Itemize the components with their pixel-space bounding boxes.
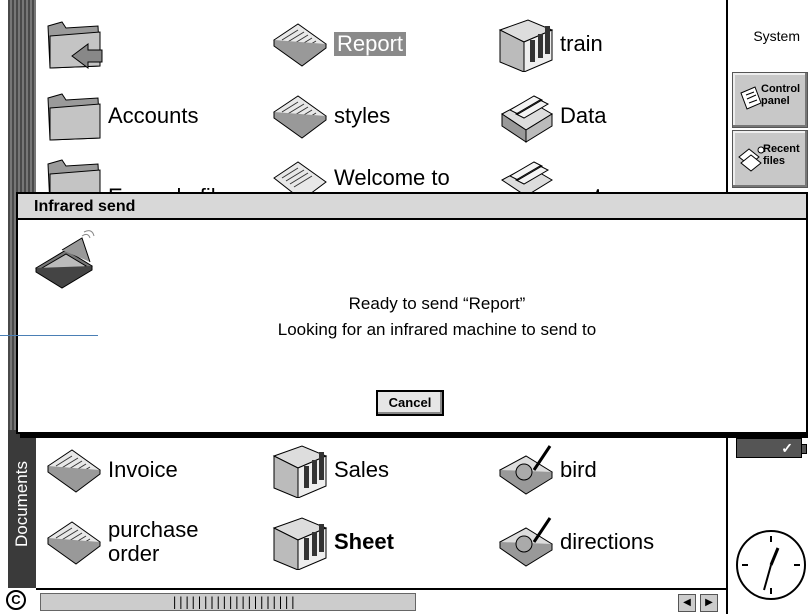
documents-tab[interactable]: Documents [8,430,36,588]
file-report[interactable]: Report [268,14,407,74]
horizontal-scrollbar[interactable]: |||||||||||||||||||| ◀ ▶ [36,588,726,614]
file-bird[interactable]: bird [494,440,597,500]
file-directions[interactable]: directions [494,512,654,572]
word-document-icon [42,442,104,498]
c-icon[interactable]: C [6,590,26,610]
folder-accounts[interactable]: Accounts [42,86,199,146]
folder-up-icon [42,16,104,72]
infrared-send-dialog: Infrared send Ready to send “Report” Loo… [16,192,808,434]
file-label: purchase order [108,517,199,566]
clock-icon [742,536,800,594]
spreadsheet-icon [268,514,330,571]
recent-files-button[interactable]: Recent files [732,130,808,188]
system-button[interactable]: System [732,4,808,70]
documents-tab-label: Documents [12,461,31,547]
battery-indicator: ✓ [736,438,807,458]
file-label: Sales [334,457,390,482]
control-panel-icon [739,85,763,116]
file-label: Sheet [334,529,394,554]
file-label: bird [560,457,597,482]
scroll-left-arrow-icon[interactable]: ◀ [678,594,696,612]
recent-files-label: Recent files [763,143,800,167]
file-styles[interactable]: styles [268,86,390,146]
file-label: train [560,31,603,56]
file-purchase-order[interactable]: purchase order [42,512,199,572]
scroll-thumb[interactable]: |||||||||||||||||||| [171,594,296,610]
word-document-icon [268,16,330,72]
sketch-icon [494,442,556,498]
cancel-button[interactable]: Cancel [376,390,444,416]
file-label: Accounts [108,103,199,128]
dialog-title: Infrared send [18,194,806,220]
check-icon: ✓ [781,440,793,456]
scroll-right-arrow-icon[interactable]: ▶ [700,594,718,612]
file-label: Invoice [108,457,178,482]
folder-icon [42,88,104,144]
word-document-icon [42,514,104,570]
database-icon [494,88,556,144]
system-label: System [753,28,800,44]
folder-up-item[interactable] [42,14,104,74]
word-document-icon [268,88,330,144]
file-sales[interactable]: Sales [268,440,389,500]
file-label: styles [334,103,391,128]
file-invoice[interactable]: Invoice [42,440,178,500]
control-panel-label: Control panel [761,83,801,107]
file-label: Report [334,32,407,56]
file-label: directions [560,529,655,554]
control-panel-button[interactable]: Control panel [732,72,808,128]
infrared-device-icon [32,228,102,290]
dialog-message-2: Looking for an infrared machine to send … [277,320,597,339]
recent-files-icon [737,145,765,178]
spreadsheet-icon [494,16,556,73]
file-train[interactable]: train [494,14,603,74]
file-data[interactable]: Data [494,86,606,146]
file-label: Welcome to [334,165,450,190]
scroll-track[interactable]: |||||||||||||||||||| [40,593,416,611]
annotation-line [0,335,98,336]
file-label: Data [560,103,607,128]
dialog-message-1: Ready to send “Report” [348,294,526,313]
file-sheet[interactable]: Sheet [268,512,394,572]
spreadsheet-icon [268,442,330,499]
sketch-icon [494,514,556,570]
clock[interactable] [736,530,806,600]
